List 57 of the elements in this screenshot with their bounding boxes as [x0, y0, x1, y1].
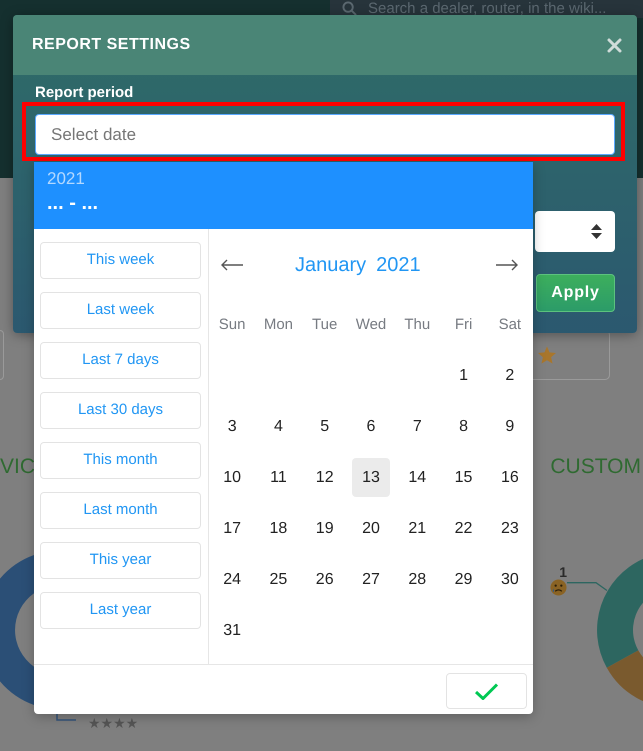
- header-year: 2021: [47, 168, 86, 190]
- calendar-day[interactable]: 29: [444, 560, 483, 599]
- calendar-day[interactable]: 14: [398, 458, 436, 497]
- arrow-right-icon[interactable]: [496, 259, 518, 271]
- calendar-day[interactable]: 6: [352, 407, 390, 446]
- weekday-label: Thu: [404, 314, 430, 335]
- search-icon: [342, 1, 357, 16]
- calendar-day[interactable]: 1: [444, 356, 483, 395]
- calendar-day[interactable]: 8: [444, 407, 483, 446]
- sort-caret-icon: [591, 224, 602, 239]
- weekday-label: Mon: [264, 314, 294, 335]
- calendar-day[interactable]: 2: [490, 356, 529, 395]
- calendar-day[interactable]: 23: [490, 509, 529, 548]
- arrow-left-icon[interactable]: [221, 259, 243, 271]
- calendar-day[interactable]: 20: [352, 509, 390, 548]
- chart-label: 1: [559, 566, 567, 579]
- dialog-title: REPORT SETTINGS: [32, 35, 191, 55]
- chart-label: ★★★★: [88, 716, 138, 732]
- weekday-label: Tue: [312, 314, 338, 335]
- calendar-day[interactable]: 24: [213, 560, 252, 599]
- calendar-day[interactable]: 3: [213, 407, 252, 446]
- weekday-label: Fri: [454, 314, 472, 335]
- calendar-day[interactable]: 5: [306, 407, 344, 446]
- close-icon[interactable]: [607, 38, 622, 52]
- calendar-day[interactable]: 4: [259, 407, 298, 446]
- calendar-day[interactable]: 12: [306, 458, 344, 497]
- field-label: Report period: [34, 84, 134, 102]
- calendar-day[interactable]: 10: [213, 458, 252, 497]
- date-input[interactable]: Select date: [35, 114, 615, 155]
- calendar-day[interactable]: 26: [306, 560, 344, 599]
- calendar-day[interactable]: 22: [444, 509, 483, 548]
- calendar-day[interactable]: 19: [306, 509, 344, 548]
- section-title: VIC: [0, 455, 36, 479]
- select-field[interactable]: [535, 211, 615, 252]
- calendar-day[interactable]: 30: [490, 560, 529, 599]
- calendar-day[interactable]: 16: [490, 458, 529, 497]
- calendar-day[interactable]: 31: [213, 611, 252, 650]
- calendar-day[interactable]: 18: [259, 509, 298, 548]
- calendar-day[interactable]: 17: [213, 509, 252, 548]
- calendar-day[interactable]: 15: [444, 458, 483, 497]
- star-icon: [538, 346, 556, 364]
- calendar-day[interactable]: 9: [490, 407, 529, 446]
- calendar-day[interactable]: 21: [398, 509, 436, 548]
- calendar-day[interactable]: 7: [398, 407, 436, 446]
- sad-face-icon: [550, 579, 567, 596]
- section-title: CUSTOM: [550, 455, 642, 479]
- weekday-label: Sun: [218, 314, 246, 335]
- calendar-day[interactable]: 27: [352, 560, 390, 599]
- header-range: ... - ...: [47, 191, 100, 216]
- calendar-day[interactable]: 28: [398, 560, 436, 599]
- calendar-day[interactable]: 11: [259, 458, 298, 497]
- weekday-label: Sat: [498, 314, 522, 335]
- calendar-day[interactable]: 25: [259, 560, 298, 599]
- weekday-label: Wed: [356, 314, 386, 335]
- calendar-day[interactable]: 13: [352, 458, 390, 497]
- leader-line: [567, 582, 607, 591]
- check-icon: [475, 682, 498, 700]
